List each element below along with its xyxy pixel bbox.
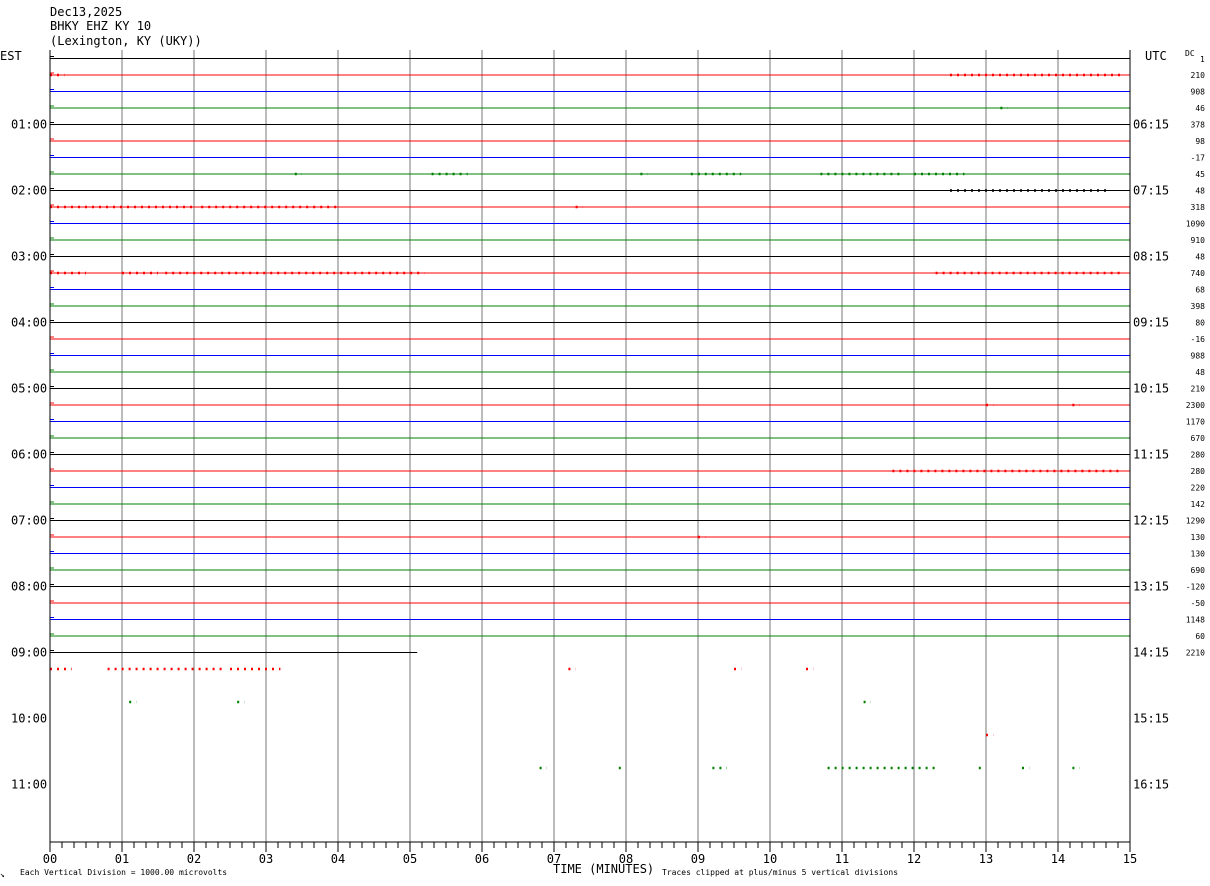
dc-offset-label: 2210 (1186, 649, 1205, 658)
dc-offset-label: 130 (1191, 533, 1206, 542)
dc-offset-label: 68 (1195, 286, 1205, 295)
dc-offset-label: 48 (1195, 253, 1205, 262)
x-tick-label: 01 (115, 852, 129, 866)
footer-mark: ↘ (0, 870, 5, 879)
est-hour-label: 08:00 (11, 580, 47, 594)
dc-offset-label: 220 (1191, 484, 1206, 493)
dc-offset-label: 908 (1191, 88, 1206, 97)
dc-offset-label: 1148 (1186, 616, 1205, 625)
dc-offset-label: 910 (1191, 236, 1206, 245)
utc-hour-label: 07:15 (1133, 184, 1169, 198)
dc-offset-label: -16 (1191, 335, 1206, 344)
utc-hour-label: 08:15 (1133, 250, 1169, 264)
x-tick-label: 11 (835, 852, 849, 866)
dc-offset-label: 210 (1191, 71, 1206, 80)
dc-offset-label: 2300 (1186, 401, 1205, 410)
est-hour-label: 02:00 (11, 184, 47, 198)
utc-hour-label: 16:15 (1133, 778, 1169, 792)
dc-offset-label: 378 (1191, 121, 1206, 130)
est-hour-label: 07:00 (11, 514, 47, 528)
utc-hour-label: 12:15 (1133, 514, 1169, 528)
dc-offset-label: 60 (1195, 632, 1205, 641)
utc-hour-label: 15:15 (1133, 712, 1169, 726)
dc-offset-label: -50 (1191, 599, 1206, 608)
dc-offset-label: 318 (1191, 203, 1206, 212)
x-tick-label: 10 (763, 852, 777, 866)
left-timezone-label: EST (0, 49, 22, 63)
dc-offset-label: 130 (1191, 550, 1206, 559)
utc-hour-label: 06:15 (1133, 118, 1169, 132)
station-location: (Lexington, KY (UKY)) (50, 34, 202, 48)
dc-offset-label: 98 (1195, 137, 1205, 146)
dc-offset-label: 46 (1195, 104, 1205, 113)
dc-offset-label: 48 (1195, 368, 1205, 377)
dc-offset-label: 210 (1191, 385, 1206, 394)
est-hour-label: 05:00 (11, 382, 47, 396)
est-hour-label: 11:00 (11, 778, 47, 792)
est-hour-label: 10:00 (11, 712, 47, 726)
scale-note: Each Vertical Division = 1000.00 microvo… (20, 868, 227, 877)
x-tick-label: 03 (259, 852, 273, 866)
station-name: BHKY EHZ KY 10 (50, 19, 151, 33)
est-hour-label: 04:00 (11, 316, 47, 330)
right-timezone-label: UTC (1145, 49, 1167, 63)
est-hour-label: 01:00 (11, 118, 47, 132)
dc-top-value: 1 (1200, 55, 1205, 64)
est-hour-label: 09:00 (11, 646, 47, 660)
dc-offset-label: 740 (1191, 269, 1206, 278)
clip-note: Traces clipped at plus/minus 5 vertical … (662, 868, 898, 877)
x-tick-label: 05 (403, 852, 417, 866)
dc-offset-label: 48 (1195, 187, 1205, 196)
helicorder-plot: Dec13,2025 BHKY EHZ KY 10 (Lexington, KY… (0, 0, 1210, 886)
dc-offset-label: 142 (1191, 500, 1206, 509)
est-hour-label: 03:00 (11, 250, 47, 264)
x-axis-title: TIME (MINUTES) (553, 862, 654, 876)
x-tick-label: 04 (331, 852, 345, 866)
dc-offset-label: -17 (1191, 154, 1206, 163)
utc-hour-label: 14:15 (1133, 646, 1169, 660)
dc-offset-label: 1090 (1186, 220, 1205, 229)
dc-label: DC (1185, 49, 1195, 58)
x-tick-label: 14 (1051, 852, 1065, 866)
dc-offset-label: 280 (1191, 451, 1206, 460)
dc-offset-label: -120 (1186, 583, 1205, 592)
x-tick-label: 15 (1123, 852, 1137, 866)
dc-offset-label: 670 (1191, 434, 1206, 443)
dc-offset-label: 45 (1195, 170, 1205, 179)
x-tick-label: 13 (979, 852, 993, 866)
dc-offset-label: 1170 (1186, 418, 1205, 427)
x-tick-label: 09 (691, 852, 705, 866)
dc-offset-label: 1290 (1186, 517, 1205, 526)
dc-offset-label: 988 (1191, 352, 1206, 361)
x-tick-label: 02 (187, 852, 201, 866)
dc-offset-label: 80 (1195, 319, 1205, 328)
utc-hour-label: 11:15 (1133, 448, 1169, 462)
dc-offset-label: 690 (1191, 566, 1206, 575)
est-hour-label: 06:00 (11, 448, 47, 462)
x-tick-label: 06 (475, 852, 489, 866)
utc-hour-label: 10:15 (1133, 382, 1169, 396)
x-tick-label: 12 (907, 852, 921, 866)
dc-offset-label: 280 (1191, 467, 1206, 476)
dc-offset-label: 398 (1191, 302, 1206, 311)
utc-hour-label: 09:15 (1133, 316, 1169, 330)
x-tick-label: 00 (43, 852, 57, 866)
utc-hour-label: 13:15 (1133, 580, 1169, 594)
plot-date: Dec13,2025 (50, 5, 122, 19)
